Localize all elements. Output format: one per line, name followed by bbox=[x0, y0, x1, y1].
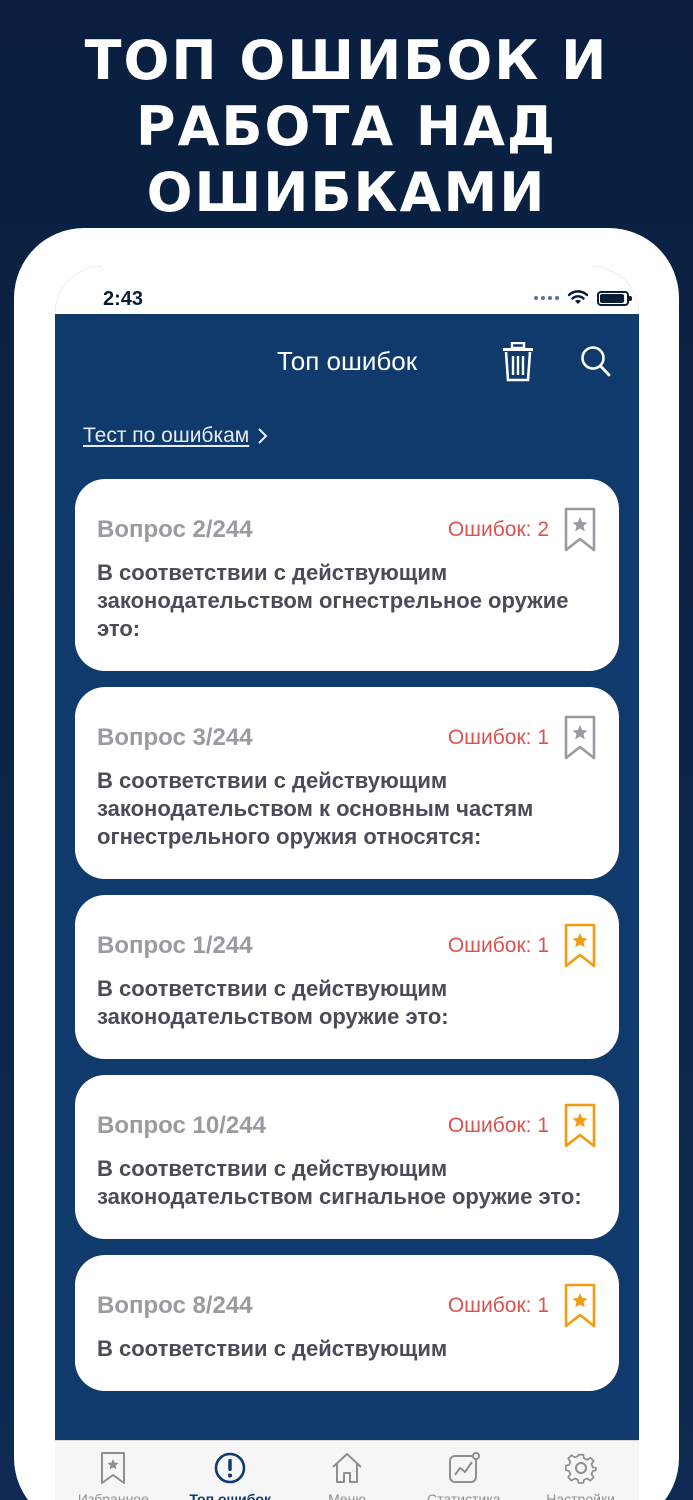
error-test-link[interactable]: Тест по ошибкам bbox=[83, 424, 269, 448]
page-title: Топ ошибок bbox=[276, 346, 418, 376]
status-indicators bbox=[534, 290, 632, 306]
bookmark-icon[interactable] bbox=[563, 507, 597, 553]
error-count: Ошибок: 1 bbox=[447, 934, 549, 957]
bookmark-filled-icon[interactable] bbox=[563, 1283, 597, 1329]
bookmark-filled-icon[interactable] bbox=[563, 1103, 597, 1149]
question-text: В соответствии с действующим законодател… bbox=[97, 1156, 582, 1209]
question-number: Вопрос 8/244 bbox=[97, 1292, 253, 1319]
error-count: Ошибок: 1 bbox=[447, 1114, 549, 1137]
bookmark-icon[interactable] bbox=[563, 715, 597, 761]
delete-button[interactable] bbox=[501, 341, 535, 382]
question-number: Вопрос 1/244 bbox=[97, 932, 253, 959]
chart-icon bbox=[448, 1452, 480, 1483]
promo-line-2: РАБОТА НАД bbox=[136, 95, 557, 158]
battery-icon bbox=[597, 290, 632, 306]
error-count: Ошибок: 2 bbox=[447, 518, 549, 541]
tab-menu[interactable]: Меню bbox=[289, 1441, 406, 1500]
tab-label: Статистика bbox=[427, 1491, 501, 1500]
tab-label: Избранное bbox=[77, 1491, 149, 1500]
question-number: Вопрос 3/244 bbox=[97, 724, 253, 751]
status-time: 2:43 bbox=[103, 288, 144, 310]
exclamation-circle-icon bbox=[214, 1452, 246, 1484]
bookmark-filled-icon[interactable] bbox=[563, 923, 597, 969]
question-card[interactable]: Вопрос 3/244 Ошибок: 1 В соответствии с … bbox=[75, 687, 619, 879]
tab-bar: Избранное Топ ошибок Меню Статистика Нас… bbox=[55, 1440, 639, 1500]
trash-icon bbox=[503, 341, 533, 382]
tab-top-errors[interactable]: Топ ошибок bbox=[172, 1441, 289, 1500]
tab-label: Меню bbox=[328, 1491, 366, 1500]
error-count: Ошибок: 1 bbox=[447, 726, 549, 749]
question-text: В соответствии с действующим законодател… bbox=[97, 560, 569, 641]
question-card[interactable]: Вопрос 1/244 Ошибок: 1 В соответствии с … bbox=[75, 895, 619, 1059]
home-icon bbox=[332, 1453, 362, 1483]
tab-settings[interactable]: Настройки bbox=[522, 1441, 639, 1500]
question-card[interactable]: Вопрос 8/244 Ошибок: 1 В соответствии с … bbox=[75, 1255, 619, 1391]
signal-icon bbox=[534, 296, 559, 300]
question-text: В соответствии с действующим законодател… bbox=[97, 976, 449, 1029]
question-list: Вопрос 2/244 Ошибок: 2 В соответствии с … bbox=[75, 479, 619, 1407]
wifi-icon bbox=[567, 290, 589, 304]
tab-label: Топ ошибок bbox=[189, 1491, 271, 1500]
error-test-link-label: Тест по ошибкам bbox=[83, 424, 250, 447]
question-text: В соответствии с действующим bbox=[97, 1336, 448, 1361]
promo-title: ТОП ОШИБОК И РАБОТА НАД ОШИБКАМИ bbox=[0, 28, 693, 226]
tab-favorites[interactable]: Избранное bbox=[55, 1441, 172, 1500]
question-number: Вопрос 2/244 bbox=[97, 516, 253, 543]
app-screen: 2:43 Топ ошибок Тест по ошибкам Вопрос 2… bbox=[55, 266, 639, 1500]
gear-icon bbox=[564, 1453, 597, 1484]
bookmark-icon bbox=[101, 1452, 126, 1484]
search-icon bbox=[581, 346, 611, 377]
search-button[interactable] bbox=[579, 344, 613, 380]
error-count: Ошибок: 1 bbox=[447, 1294, 549, 1317]
question-number: Вопрос 10/244 bbox=[97, 1112, 266, 1139]
question-card[interactable]: Вопрос 2/244 Ошибок: 2 В соответствии с … bbox=[75, 479, 619, 671]
tab-label: Настройки bbox=[546, 1491, 615, 1500]
tab-statistics[interactable]: Статистика bbox=[405, 1441, 522, 1500]
promo-line-3: ОШИБКАМИ bbox=[146, 161, 547, 224]
promo-line-1: ТОП ОШИБОК И bbox=[84, 29, 609, 92]
question-text: В соответствии с действующим законодател… bbox=[97, 768, 534, 849]
question-card[interactable]: Вопрос 10/244 Ошибок: 1 В соответствии с… bbox=[75, 1075, 619, 1239]
chevron-right-icon bbox=[258, 428, 268, 444]
